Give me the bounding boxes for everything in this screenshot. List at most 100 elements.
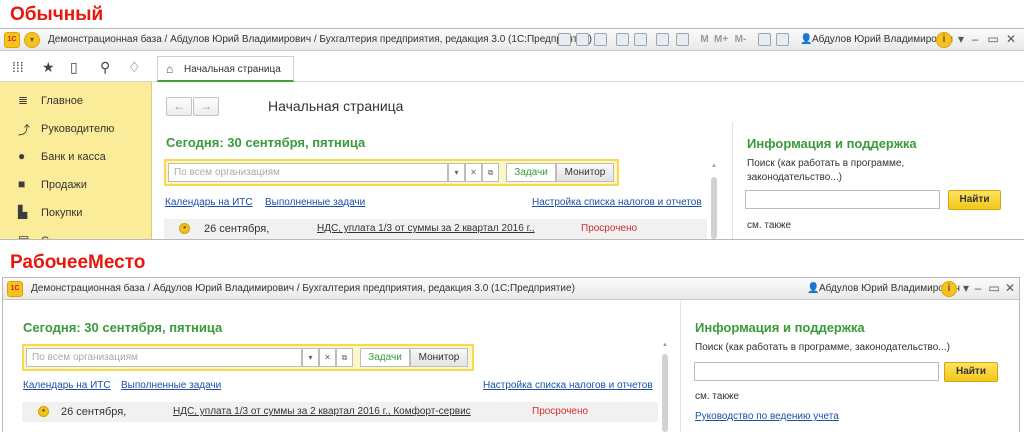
preview-icon[interactable] — [594, 33, 607, 46]
task-status-icon: ● — [38, 406, 49, 417]
completed-tasks-link[interactable]: Выполненные задачи — [265, 197, 365, 208]
scrollbar[interactable] — [662, 354, 668, 432]
shopping-cart-icon: ▙ — [18, 205, 28, 219]
see-also-label: см. также — [695, 391, 740, 402]
download-icon[interactable] — [634, 33, 647, 46]
tax-settings-link[interactable]: Настройка списка налогов и отчетов — [532, 197, 702, 208]
back-button[interactable]: ← — [166, 97, 192, 116]
clear-icon[interactable]: ✕ — [319, 348, 336, 367]
minimize-icon[interactable]: – — [968, 32, 982, 46]
user-name[interactable]: Абдулов Юрий Владимирович — [819, 283, 960, 294]
organization-input[interactable]: По всем организациям — [26, 348, 302, 367]
window-title: Демонстрационная база / Абдулов Юрий Вла… — [48, 34, 592, 45]
support-search-input[interactable] — [745, 190, 940, 209]
close-icon[interactable]: ✕ — [1003, 281, 1017, 295]
section-label-workplace: РабочееМесто — [10, 252, 146, 273]
monitor-toggle[interactable]: Монитор — [410, 348, 468, 367]
calendar-link[interactable]: Календарь на ИТС — [23, 380, 111, 391]
app-window-workplace: 1С Демонстрационная база / Абдулов Юрий … — [2, 277, 1020, 432]
scroll-up-icon[interactable]: ▲ — [662, 342, 668, 348]
search-hint: Поиск (как работать в программе, законод… — [695, 342, 950, 353]
task-status: Просрочено — [581, 223, 638, 234]
find-button[interactable]: Найти — [948, 190, 1001, 210]
task-link[interactable]: НДС, уплата 1/3 от суммы за 2 квартал 20… — [317, 223, 535, 234]
open-icon[interactable]: ⧉ — [482, 163, 499, 182]
sidebar-item-bank[interactable]: ● Банк и касса — [0, 146, 152, 170]
task-status: Просрочено — [532, 406, 589, 417]
app-window-ordinary: 1С ▾ Демонстрационная база / Абдулов Юри… — [0, 28, 1024, 240]
save-icon[interactable] — [558, 33, 571, 46]
tasks-toggle[interactable]: Задачи — [360, 348, 410, 367]
coin-icon: ● — [18, 149, 26, 163]
list-icon: ≣ — [18, 93, 29, 107]
dropdown-arrow-icon[interactable]: ▾ — [448, 163, 465, 182]
info-icon[interactable]: i — [941, 281, 957, 297]
tab-label: Начальная страница — [184, 64, 281, 75]
info-heading: Информация и поддержка — [695, 320, 865, 335]
history-icon[interactable]: ▯ — [70, 59, 78, 76]
print-icon[interactable] — [576, 33, 589, 46]
close-icon[interactable]: ✕ — [1004, 32, 1018, 46]
title-bar: 1С ▾ Демонстрационная база / Абдулов Юри… — [0, 29, 1024, 51]
warehouse-icon: ▤ — [18, 233, 30, 240]
task-link[interactable]: НДС, уплата 1/3 от суммы за 2 квартал 20… — [173, 406, 471, 417]
sidebar-item-sales[interactable]: ■ Продажи — [0, 174, 152, 198]
support-search-input[interactable] — [694, 362, 939, 381]
info-heading: Информация и поддержка — [747, 136, 917, 151]
organization-placeholder: По всем организациям — [32, 352, 138, 363]
tasks-toggle[interactable]: Задачи — [506, 163, 556, 182]
sidebar-item-purchases[interactable]: ▙ Покупки — [0, 202, 152, 226]
bell-icon[interactable]: ♢ — [128, 59, 141, 76]
main-menu-icon[interactable]: ▾ — [24, 32, 40, 48]
star-icon[interactable]: ★ — [42, 59, 55, 76]
divider — [732, 122, 733, 239]
dropdown-arrow-icon[interactable]: ▾ — [302, 348, 319, 367]
search-hint: Поиск (как работать в программе, законод… — [747, 158, 905, 183]
sidebar-item-label: Главное — [41, 95, 84, 107]
tab-strip: ⌂ Начальная страница — [153, 52, 1024, 82]
chevron-down-icon[interactable]: ▾ — [954, 32, 968, 46]
memory-icon[interactable]: M — [698, 33, 711, 46]
accounting-guide-link[interactable]: Руководство по ведению учета — [695, 411, 839, 422]
restore-icon[interactable]: ▭ — [986, 32, 1000, 46]
open-icon[interactable]: ⧉ — [336, 348, 353, 367]
clear-icon[interactable]: ✕ — [465, 163, 482, 182]
user-icon: 👤 — [800, 34, 813, 45]
organization-selector: По всем организациям ▾ ✕ ⧉ Задачи Монито… — [22, 344, 474, 371]
calculator-icon[interactable] — [656, 33, 669, 46]
sidebar-item-warehouse[interactable]: ▤ С — [0, 230, 152, 240]
search-icon[interactable]: ⚲ — [100, 59, 110, 76]
organization-input[interactable]: По всем организациям — [168, 163, 448, 182]
memory-plus-icon[interactable]: M+ — [714, 33, 728, 46]
calendar-icon[interactable] — [676, 33, 689, 46]
scrollbar[interactable] — [711, 177, 717, 239]
sidebar-item-main[interactable]: ≣ Главное — [0, 90, 152, 114]
upload-icon[interactable] — [616, 33, 629, 46]
monitor-toggle[interactable]: Монитор — [556, 163, 614, 182]
organization-placeholder: По всем организациям — [174, 167, 280, 178]
minimize-icon[interactable]: – — [971, 281, 985, 295]
task-date: 26 сентября, — [61, 406, 127, 418]
panel-icon[interactable] — [776, 33, 789, 46]
sidebar-item-label: Руководителю — [41, 123, 115, 135]
tax-settings-link[interactable]: Настройка списка налогов и отчетов — [483, 380, 653, 391]
zoom-icon[interactable] — [758, 33, 771, 46]
forward-button[interactable]: → — [193, 97, 219, 116]
find-button[interactable]: Найти — [944, 362, 998, 382]
today-heading: Сегодня: 30 сентября, пятница — [166, 135, 366, 150]
info-icon[interactable]: i — [936, 32, 952, 48]
sidebar-item-manager[interactable]: ⤴ Руководителю — [0, 118, 152, 142]
completed-tasks-link[interactable]: Выполненные задачи — [121, 380, 221, 391]
trend-chart-icon: ⤴ — [18, 123, 31, 137]
restore-icon[interactable]: ▭ — [987, 281, 1001, 295]
user-name[interactable]: Абдулов Юрий Владимирович — [812, 34, 953, 45]
organization-selector: По всем организациям ▾ ✕ ⧉ Задачи Монито… — [164, 159, 619, 186]
app-logo-icon: 1С — [7, 281, 23, 297]
scroll-up-icon[interactable]: ▲ — [711, 163, 717, 169]
shopping-bag-icon: ■ — [18, 177, 26, 191]
memory-minus-icon[interactable]: M- — [734, 33, 747, 46]
tab-home[interactable]: ⌂ Начальная страница — [157, 56, 294, 82]
grid-menu-icon[interactable]: ⁞⁞⁞ — [12, 59, 24, 75]
calendar-link[interactable]: Календарь на ИТС — [165, 197, 253, 208]
page-title: Начальная страница — [268, 98, 404, 114]
